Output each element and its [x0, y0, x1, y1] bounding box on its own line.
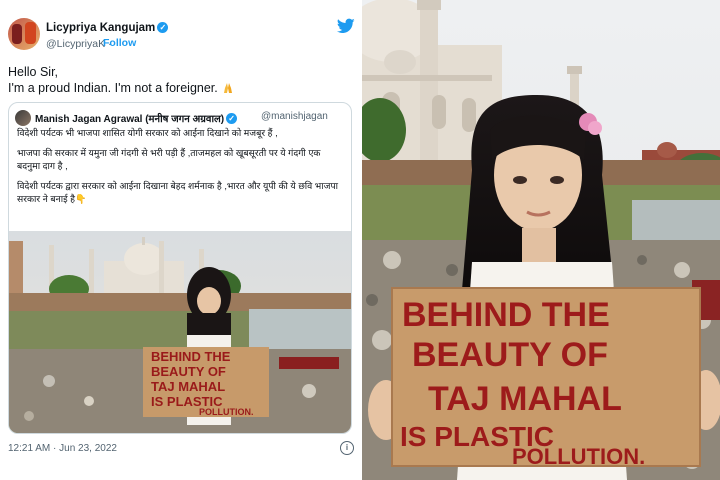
- placard-line-5: POLLUTION.: [512, 444, 645, 469]
- placard-line-1: BEHIND THE: [402, 296, 610, 334]
- follow-button[interactable]: Follow: [103, 37, 136, 49]
- verified-badge-icon: ✓: [157, 22, 169, 33]
- small-placard-line-3: TAJ MAHAL: [151, 379, 225, 394]
- tweet-line-2: I'm a proud Indian. I'm not a foreigner.: [8, 80, 348, 96]
- quoted-author-name-text: Manish Jagan Agrawal (मनीष जगन अग्रवाल): [35, 114, 225, 125]
- quoted-author-avatar: [15, 110, 31, 126]
- quoted-tweet-body: विदेशी पर्यटक भी भाजपा शासित योगी सरकार …: [17, 127, 343, 213]
- author-name[interactable]: Licypriya Kangujam ✓: [46, 22, 169, 34]
- info-icon[interactable]: i: [340, 441, 354, 455]
- twitter-bird-icon[interactable]: [337, 18, 355, 34]
- placard-line-3: TAJ MAHAL: [428, 380, 622, 418]
- tweet-body: Hello Sir, I'm a proud Indian. I'm not a…: [8, 64, 348, 96]
- tweet-line-2-text: I'm a proud Indian. I'm not a foreigner.: [8, 81, 218, 95]
- small-placard-line-2: BEAUTY OF: [151, 364, 226, 379]
- small-placard-line-5: POLLUTION.: [199, 407, 254, 417]
- tweet-card: Licypriya Kangujam ✓ @LicypriyaK · Follow …: [0, 0, 359, 480]
- author-avatar[interactable]: [8, 18, 40, 50]
- author-name-text[interactable]: Licypriya Kangujam: [46, 22, 155, 34]
- small-placard-line-1: BEHIND THE: [151, 349, 231, 364]
- tweet-timestamp[interactable]: 12:21 AM · Jun 23, 2022: [8, 443, 117, 454]
- quoted-author-name: Manish Jagan Agrawal (मनीष जगन अग्रवाल) ✓: [35, 111, 238, 125]
- quoted-paragraph-2: भाजपा की सरकार में यमुना जी गंदगी से भरी…: [17, 147, 321, 172]
- quoted-paragraph-3: विदेशी पर्यटक द्वारा सरकार को आईना दिखान…: [17, 180, 339, 205]
- large-photo-graphic: BEHIND THE BEAUTY OF TAJ MAHAL IS PLASTI…: [362, 0, 720, 480]
- author-handle[interactable]: @LicypriyaK: [46, 38, 105, 50]
- quoted-tweet-photo[interactable]: BEHIND THE BEAUTY OF TAJ MAHAL IS PLASTI…: [9, 231, 351, 433]
- quoted-tweet[interactable]: Manish Jagan Agrawal (मनीष जगन अग्रवाल) ✓…: [8, 102, 352, 434]
- tweet-line-1: Hello Sir,: [8, 65, 59, 79]
- verified-badge-icon: ✓: [226, 113, 238, 124]
- placard-line-2: BEAUTY OF: [412, 336, 608, 374]
- folded-hands-icon: [224, 83, 233, 93]
- large-photo: BEHIND THE BEAUTY OF TAJ MAHAL IS PLASTI…: [362, 0, 720, 480]
- quoted-author-handle: @manishjagan: [261, 111, 328, 122]
- quoted-paragraph-1: विदेशी पर्यटक भी भाजपा शासित योगी सरकार …: [17, 128, 278, 138]
